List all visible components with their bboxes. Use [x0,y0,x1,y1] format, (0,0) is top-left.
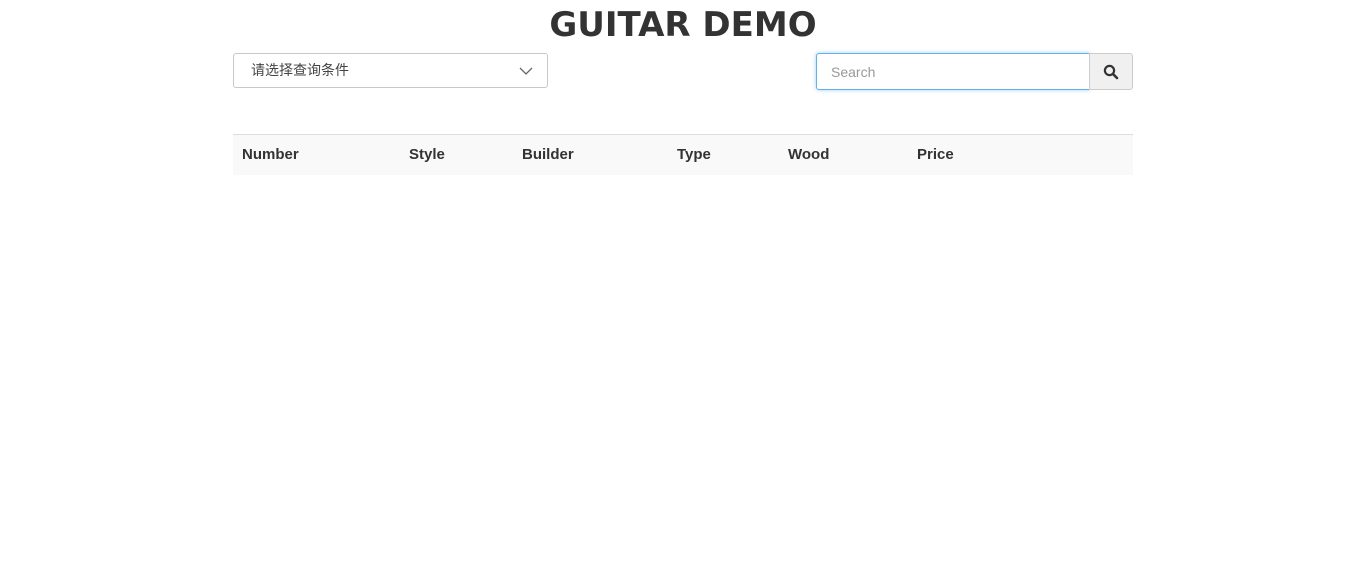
search-input[interactable] [816,53,1090,90]
column-header-wood[interactable]: Wood [779,134,908,175]
column-header-builder[interactable]: Builder [513,134,668,175]
search-button[interactable] [1089,53,1133,90]
column-header-number[interactable]: Number [233,134,400,175]
column-header-type[interactable]: Type [668,134,779,175]
chevron-down-icon [519,67,533,75]
guitar-table: Number Style Builder Type Wood Price [233,134,1133,175]
table-header-row: Number Style Builder Type Wood Price [233,134,1133,175]
search-icon [1103,64,1119,79]
query-condition-select[interactable]: 请选择查询条件 [233,53,548,88]
column-header-price[interactable]: Price [908,134,1133,175]
column-header-style[interactable]: Style [400,134,513,175]
page-title: GUITAR DEMO [549,5,817,45]
query-condition-placeholder: 请选择查询条件 [251,63,349,79]
